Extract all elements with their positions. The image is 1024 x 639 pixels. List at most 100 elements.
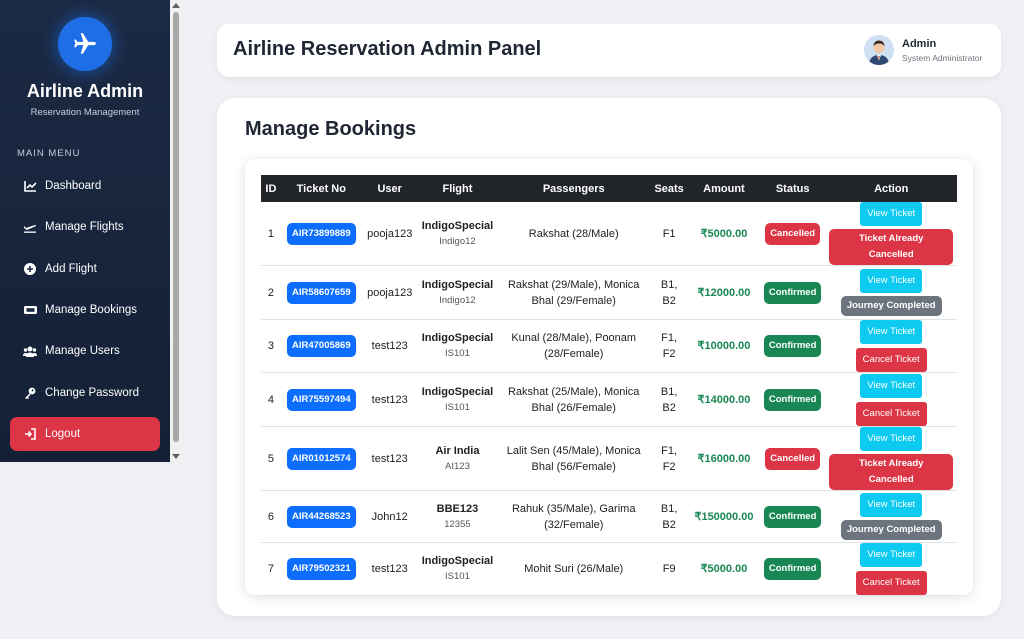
ticket-number-badge: AIR75597494 xyxy=(286,388,356,411)
logout-button[interactable]: Logout xyxy=(10,417,160,451)
sidebar-item-label: Dashboard xyxy=(45,180,102,192)
user-name: Admin xyxy=(902,38,937,50)
flight-code: Indigo12 xyxy=(439,235,476,247)
passengers: Rakshat (29/Male), Monica Bhal (29/Femal… xyxy=(507,278,640,307)
avatar[interactable] xyxy=(864,35,894,65)
passengers: Rakshat (25/Male), Monica Bhal (26/Femal… xyxy=(507,385,640,414)
passengers: Rakshat (28/Male) xyxy=(528,227,619,240)
view-ticket-button[interactable]: View Ticket xyxy=(860,543,923,567)
table-row: 4 AIR75597494 test123 IndigoSpecial IS101… xyxy=(261,373,957,427)
users-icon xyxy=(23,344,37,358)
table-row: 5 AIR01012574 test123 Air India AI123 Lal… xyxy=(261,427,957,491)
sidebar-item-label: Logout xyxy=(45,428,81,440)
cancel-ticket-button[interactable]: Cancel Ticket xyxy=(855,401,927,426)
status-badge: Confirmed xyxy=(763,558,822,580)
view-ticket-button[interactable]: View Ticket xyxy=(860,427,923,451)
table-header-row: ID Ticket No User Flight Passengers Seat… xyxy=(261,175,957,202)
flight-code: IS101 xyxy=(445,571,470,582)
sidebar-item-change-password[interactable]: Change Password xyxy=(10,376,160,410)
user-role: System Administrator xyxy=(902,53,983,63)
amount: ₹12000.00 xyxy=(697,286,751,299)
ticket-number-badge: AIR01012574 xyxy=(286,447,356,470)
column-header: Seats xyxy=(650,175,689,202)
booking-id: 6 xyxy=(267,510,274,523)
bookings-table-card: ID Ticket No User Flight Passengers Seat… xyxy=(245,159,973,596)
logout-icon xyxy=(23,427,37,441)
booking-id: 5 xyxy=(267,452,274,465)
view-ticket-button[interactable]: View Ticket xyxy=(860,269,923,293)
sidebar-item-dashboard[interactable]: Dashboard xyxy=(10,169,160,203)
view-ticket-button[interactable]: View Ticket xyxy=(860,493,923,517)
column-header: Status xyxy=(759,175,826,202)
bookings-table: ID Ticket No User Flight Passengers Seat… xyxy=(261,175,957,596)
journey-completed-badge: Journey Completed xyxy=(840,296,942,316)
cancel-ticket-button[interactable]: Cancel Ticket xyxy=(855,348,927,372)
passengers: Rahuk (35/Male), Garima (32/Female) xyxy=(511,502,636,531)
seats: F1, F2 xyxy=(661,332,678,360)
seats: B1, B2 xyxy=(660,502,678,531)
flight-name: Air India xyxy=(435,444,480,457)
amount: ₹14000.00 xyxy=(697,393,751,406)
menu-heading: MAIN MENU xyxy=(17,148,81,159)
ticket-number-badge: AIR58607659 xyxy=(286,281,356,304)
view-ticket-button[interactable]: View Ticket xyxy=(860,202,923,226)
ticket-number-badge: AIR44268523 xyxy=(286,505,356,528)
flight-code: IS101 xyxy=(445,401,470,413)
sidebar-item-label: Change Password xyxy=(45,387,139,399)
main-card: Manage Bookings ID Ticket No User Flight… xyxy=(217,98,1001,616)
passengers: Lalit Sen (45/Male), Monica Bhal (56/Fem… xyxy=(506,444,641,473)
flight-name: IndigoSpecial xyxy=(421,219,494,232)
amount: ₹150000.00 xyxy=(694,510,754,523)
scroll-up-arrow-icon[interactable] xyxy=(172,3,180,8)
sidebar-item-label: Manage Users xyxy=(45,345,120,357)
flight-name: IndigoSpecial xyxy=(421,332,494,344)
flight-code: AI123 xyxy=(445,460,470,472)
passengers: Kunal (28/Male), Poonam (28/Female) xyxy=(511,332,637,360)
sidebar-item-add-flight[interactable]: Add Flight xyxy=(10,252,160,286)
column-header: Flight xyxy=(417,175,498,202)
flight-name: IndigoSpecial xyxy=(421,385,494,398)
column-header: Passengers xyxy=(497,175,651,202)
amount: ₹16000.00 xyxy=(697,452,751,465)
booking-user: test123 xyxy=(371,393,408,406)
booking-id: 1 xyxy=(267,227,274,240)
amount: ₹5000.00 xyxy=(700,227,748,240)
seats: F1, F2 xyxy=(661,444,678,473)
scroll-down-arrow-icon[interactable] xyxy=(172,454,180,459)
brand-subtitle: Reservation Management xyxy=(30,107,140,118)
sidebar-item-manage-bookings[interactable]: Manage Bookings xyxy=(10,293,160,327)
booking-id: 4 xyxy=(267,393,274,406)
status-badge: Confirmed xyxy=(763,335,822,357)
scroll-thumb[interactable] xyxy=(173,12,179,442)
flight-name: IndigoSpecial xyxy=(421,555,494,567)
sidebar: Airline Admin Reservation Management MAI… xyxy=(0,0,170,462)
booking-user: test123 xyxy=(371,340,408,352)
booking-id: 7 xyxy=(267,563,274,575)
sidebar-item-label: Manage Flights xyxy=(45,221,124,233)
sidebar-scrollbar[interactable] xyxy=(170,0,182,462)
ticket-cancelled-badge: Ticket Already Cancelled xyxy=(829,454,953,490)
status-badge: Confirmed xyxy=(763,388,822,411)
booking-user: John12 xyxy=(371,510,408,523)
ticket-number-badge: AIR73899889 xyxy=(286,222,356,245)
ticket-number-badge: AIR47005869 xyxy=(286,335,356,357)
sidebar-item-manage-users[interactable]: Manage Users xyxy=(10,334,160,368)
seats: F1 xyxy=(662,227,676,240)
sidebar-item-manage-flights[interactable]: Manage Flights xyxy=(10,210,160,244)
plus-circle-icon xyxy=(23,262,37,276)
section-title: Manage Bookings xyxy=(245,118,417,140)
booking-user: test123 xyxy=(371,452,408,465)
ticket-cancelled-badge: Ticket Already Cancelled xyxy=(829,229,953,265)
flight-name: IndigoSpecial xyxy=(421,278,494,291)
sidebar-item-label: Add Flight xyxy=(45,263,97,275)
status-badge: Confirmed xyxy=(763,505,822,528)
column-header: Amount xyxy=(688,175,760,202)
view-ticket-button[interactable]: View Ticket xyxy=(860,373,923,398)
table-row: 7 AIR79502321 test123 IndigoSpecial IS101… xyxy=(261,543,957,596)
seats: B1, B2 xyxy=(660,278,678,307)
cancel-ticket-button[interactable]: Cancel Ticket xyxy=(855,571,927,595)
view-ticket-button[interactable]: View Ticket xyxy=(860,320,923,344)
booking-user: pooja123 xyxy=(367,227,413,240)
ticket-number-badge: AIR79502321 xyxy=(286,558,356,580)
column-header: User xyxy=(361,175,418,202)
